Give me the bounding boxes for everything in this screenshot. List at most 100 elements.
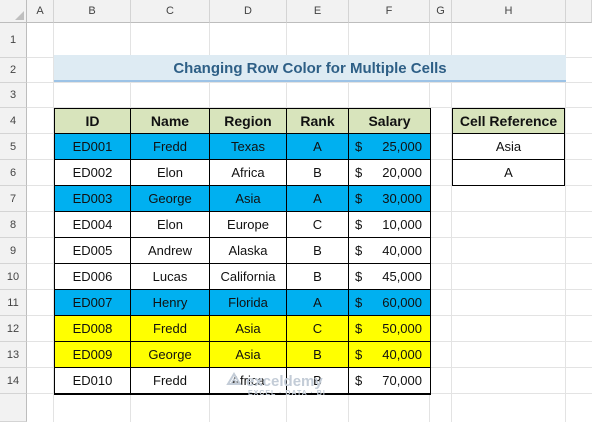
salary-amount: 20,000 (382, 165, 422, 180)
column-header-g[interactable]: G (430, 0, 452, 23)
cell-name[interactable]: Elon (131, 160, 210, 186)
exceldemy-logo-icon (226, 372, 242, 390)
column-header-f[interactable]: F (349, 0, 430, 23)
cell-region[interactable]: Asia (210, 316, 287, 342)
cell-rank[interactable]: A (287, 134, 349, 160)
watermark-brand-row: exceldemy (226, 372, 323, 390)
column-header-b[interactable]: B (54, 0, 131, 23)
cell-region[interactable]: Asia (210, 342, 287, 368)
currency-symbol: $ (355, 191, 363, 206)
currency-symbol: $ (355, 295, 363, 310)
salary-amount: 60,000 (382, 295, 422, 310)
cell-region[interactable]: Asia (210, 186, 287, 212)
cell-salary[interactable]: $40,000 (349, 342, 431, 368)
salary-amount: 25,000 (382, 139, 422, 154)
cell-rank[interactable]: B (287, 160, 349, 186)
column-header-e[interactable]: E (287, 0, 349, 23)
column-header-filler (566, 0, 592, 23)
row-header-filler (0, 394, 27, 422)
cell-region[interactable]: Texas (210, 134, 287, 160)
exceldemy-watermark: exceldemy EXCEL · DATA · BI (226, 372, 366, 404)
row-header-10[interactable]: 10 (0, 264, 27, 290)
cell-reference-value[interactable]: A (452, 159, 565, 186)
cell-id[interactable]: ED001 (54, 134, 131, 160)
cell-id[interactable]: ED008 (54, 316, 131, 342)
gridline-horizontal (27, 82, 592, 83)
currency-symbol: $ (355, 165, 363, 180)
column-header-c[interactable]: C (131, 0, 210, 23)
cell-name[interactable]: Henry (131, 290, 210, 316)
cell-reference-value[interactable]: Asia (452, 133, 565, 160)
salary-amount: 70,000 (382, 373, 422, 388)
cell-salary[interactable]: $50,000 (349, 316, 431, 342)
row-header-3[interactable]: 3 (0, 83, 27, 108)
cell-id[interactable]: ED004 (54, 212, 131, 238)
row-header-1[interactable]: 1 (0, 23, 27, 58)
cell-salary[interactable]: $20,000 (349, 160, 431, 186)
cell-id[interactable]: ED005 (54, 238, 131, 264)
cell-id[interactable]: ED007 (54, 290, 131, 316)
cell-region[interactable]: Africa (210, 160, 287, 186)
cell-id[interactable]: ED002 (54, 160, 131, 186)
row-header-7[interactable]: 7 (0, 186, 27, 212)
cell-rank[interactable]: B (287, 264, 349, 290)
salary-amount: 50,000 (382, 321, 422, 336)
salary-amount: 40,000 (382, 347, 422, 362)
row-header-6[interactable]: 6 (0, 160, 27, 186)
row-header-9[interactable]: 9 (0, 238, 27, 264)
select-all-corner[interactable] (0, 0, 27, 23)
row-header-5[interactable]: 5 (0, 134, 27, 160)
currency-symbol: $ (355, 321, 363, 336)
row-header-8[interactable]: 8 (0, 212, 27, 238)
row-header-14[interactable]: 14 (0, 368, 27, 394)
cell-id[interactable]: ED006 (54, 264, 131, 290)
salary-amount: 30,000 (382, 191, 422, 206)
cell-id[interactable]: ED003 (54, 186, 131, 212)
cell-name[interactable]: Fredd (131, 134, 210, 160)
row-header-2[interactable]: 2 (0, 58, 27, 83)
sheet-title: Changing Row Color for Multiple Cells (54, 55, 566, 82)
row-header-13[interactable]: 13 (0, 342, 27, 368)
cell-id[interactable]: ED010 (54, 368, 131, 394)
watermark-brand-text: exceldemy (246, 372, 323, 390)
cell-name[interactable]: George (131, 342, 210, 368)
currency-symbol: $ (355, 139, 363, 154)
cell-name[interactable]: Andrew (131, 238, 210, 264)
cell-reference-header: Cell Reference (452, 108, 565, 134)
column-header-d[interactable]: D (210, 0, 287, 23)
table-header-name: Name (131, 108, 210, 134)
cell-name[interactable]: Lucas (131, 264, 210, 290)
cell-salary[interactable]: $25,000 (349, 134, 431, 160)
cell-salary[interactable]: $30,000 (349, 186, 431, 212)
column-header-a[interactable]: A (27, 0, 54, 23)
cell-name[interactable]: George (131, 186, 210, 212)
cell-salary[interactable]: $60,000 (349, 290, 431, 316)
cell-rank[interactable]: A (287, 290, 349, 316)
table-header-rank: Rank (287, 108, 349, 134)
cell-region[interactable]: Florida (210, 290, 287, 316)
table-header-salary: Salary (349, 108, 431, 134)
select-all-triangle-icon (15, 11, 24, 20)
cell-rank[interactable]: C (287, 212, 349, 238)
cell-rank[interactable]: C (287, 316, 349, 342)
cell-salary[interactable]: $45,000 (349, 264, 431, 290)
cell-rank[interactable]: B (287, 238, 349, 264)
cell-name[interactable]: Fredd (131, 368, 210, 394)
cell-name[interactable]: Fredd (131, 316, 210, 342)
cell-salary[interactable]: $40,000 (349, 238, 431, 264)
row-header-12[interactable]: 12 (0, 316, 27, 342)
column-header-h[interactable]: H (452, 0, 566, 23)
row-header-11[interactable]: 11 (0, 290, 27, 316)
currency-symbol: $ (355, 347, 363, 362)
row-header-4[interactable]: 4 (0, 108, 27, 134)
salary-amount: 40,000 (382, 243, 422, 258)
cell-rank[interactable]: B (287, 342, 349, 368)
cell-id[interactable]: ED009 (54, 342, 131, 368)
cell-rank[interactable]: A (287, 186, 349, 212)
table-header-id: ID (54, 108, 131, 134)
cell-region[interactable]: California (210, 264, 287, 290)
cell-salary[interactable]: $10,000 (349, 212, 431, 238)
cell-name[interactable]: Elon (131, 212, 210, 238)
cell-region[interactable]: Europe (210, 212, 287, 238)
cell-region[interactable]: Alaska (210, 238, 287, 264)
